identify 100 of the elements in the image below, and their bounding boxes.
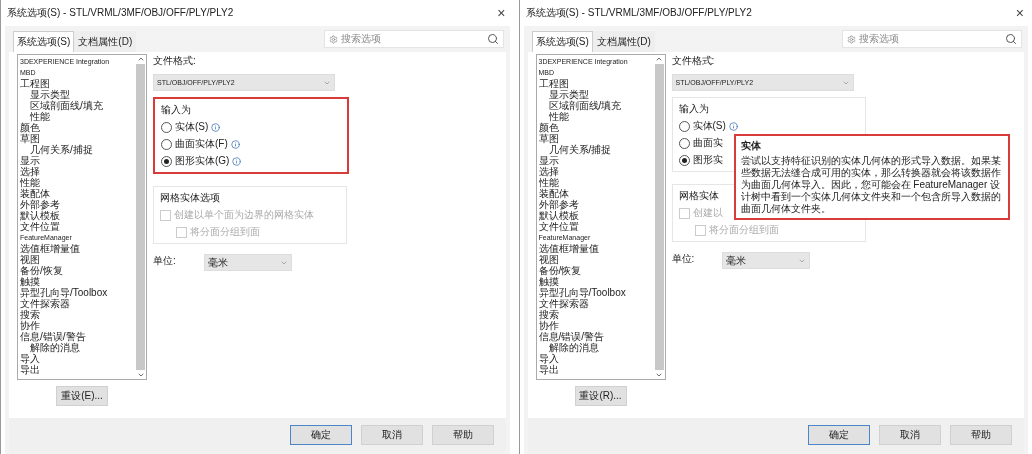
scroll-down-icon[interactable] bbox=[136, 371, 145, 379]
radio-button[interactable] bbox=[161, 155, 172, 167]
close-button[interactable]: × bbox=[1015, 5, 1024, 21]
reset-button[interactable]: 重设(R)... bbox=[574, 386, 627, 406]
scroll-down-icon[interactable] bbox=[655, 371, 663, 379]
tree-item[interactable]: 搜索 bbox=[20, 309, 133, 320]
dialog-button[interactable]: 取消 bbox=[360, 425, 423, 445]
tree-item[interactable]: 草图 bbox=[20, 133, 133, 144]
tree-item[interactable]: 显示 bbox=[538, 155, 652, 166]
tooltip-title: 实体 bbox=[740, 139, 762, 153]
tree-item[interactable]: 性能 bbox=[538, 177, 652, 188]
dialog-button[interactable]: 确定 bbox=[289, 425, 352, 445]
tree-item[interactable]: 几何关系/捕捉 bbox=[538, 144, 652, 155]
tree-item[interactable]: 区域剖面线/填充 bbox=[20, 100, 133, 111]
tree-item[interactable]: 颜色 bbox=[538, 122, 652, 133]
tree-item[interactable]: 外部参考 bbox=[20, 199, 133, 210]
group-title: 输入为 bbox=[678, 102, 709, 116]
field-label: 单位: bbox=[153, 254, 176, 268]
tree-item[interactable]: 默认模板 bbox=[538, 210, 652, 221]
field-label: 文件格式: bbox=[153, 54, 196, 68]
search-field[interactable]: 搜索选项 bbox=[323, 30, 504, 48]
unit-dropdown[interactable]: 毫米 bbox=[203, 254, 292, 271]
scrollbar[interactable] bbox=[653, 55, 665, 379]
group-title: 输入为 bbox=[161, 103, 191, 117]
search-field[interactable]: 搜索选项 bbox=[842, 30, 1022, 48]
tree-item[interactable]: 装配体 bbox=[20, 188, 133, 199]
tree-item[interactable]: 性能 bbox=[20, 177, 133, 188]
tree-item[interactable]: 备份/恢复 bbox=[20, 265, 133, 276]
tree-item[interactable]: 选值框增量值 bbox=[538, 243, 652, 254]
radio-button[interactable] bbox=[678, 137, 690, 149]
tree-item[interactable]: 解除的消息 bbox=[20, 342, 133, 353]
close-button[interactable]: × bbox=[497, 5, 506, 21]
tooltip-text: 尝试以支持特征识别的实体几何体的形式导入数据。如果某些数据无法缝合成可用的实体，那么转换器就会将该数据作为曲面几何体导入。因此，您可能会在 FeatureManager 设计树中看到一个实体几何体文件夹和一个包含所导入数据的曲面几何体文件夹。 bbox=[740, 155, 1002, 215]
tab[interactable]: 文档属性(D) bbox=[592, 31, 655, 52]
tree-item[interactable]: 显示类型 bbox=[20, 89, 133, 100]
tree-item[interactable]: 工程图 bbox=[20, 78, 133, 89]
tab[interactable]: 系统选项(S) bbox=[13, 31, 75, 52]
tree-item[interactable]: 异型孔向导/Toolbox bbox=[20, 287, 133, 298]
unit-dropdown[interactable]: 毫米 bbox=[722, 252, 811, 269]
tree-item[interactable]: 视图 bbox=[20, 254, 133, 265]
option-label: 图形实 bbox=[692, 153, 723, 167]
tree-item[interactable]: 视图 bbox=[538, 254, 652, 265]
dialog-button[interactable]: 帮助 bbox=[431, 425, 494, 445]
gear-icon bbox=[847, 34, 856, 44]
tree-item[interactable]: 导出 bbox=[538, 364, 652, 375]
tree-item[interactable]: 导出 bbox=[20, 364, 133, 375]
tree-item[interactable]: 性能 bbox=[538, 111, 652, 122]
tree-item[interactable]: 协作 bbox=[538, 320, 652, 331]
group-title: 网格实体 bbox=[678, 189, 719, 203]
tree-item[interactable]: 文件探索器 bbox=[538, 298, 652, 309]
tree-item[interactable]: 异型孔向导/Toolbox bbox=[538, 287, 652, 298]
tree-item[interactable]: 草图 bbox=[538, 133, 652, 144]
tree-item[interactable]: 选择 bbox=[538, 166, 652, 177]
scroll-up-icon[interactable] bbox=[136, 55, 145, 63]
search-icon[interactable] bbox=[1005, 33, 1017, 45]
tree-item[interactable]: 显示类型 bbox=[538, 89, 652, 100]
tab[interactable]: 文档属性(D) bbox=[74, 31, 137, 52]
radio-button[interactable] bbox=[161, 121, 172, 133]
tree-item[interactable]: 区域剖面线/填充 bbox=[538, 100, 652, 111]
tree-item[interactable]: 文件位置 bbox=[20, 221, 133, 232]
reset-button[interactable]: 重设(E)... bbox=[56, 386, 108, 406]
tree-item[interactable]: 文件探索器 bbox=[20, 298, 133, 309]
tree-item[interactable]: 协作 bbox=[20, 320, 133, 331]
field-label: 文件格式: bbox=[671, 54, 715, 68]
tree-item[interactable]: 性能 bbox=[20, 111, 133, 122]
option-label: 图形实体(G) bbox=[175, 154, 230, 168]
option-label: 将分面分组到面 bbox=[708, 223, 779, 237]
tree-item[interactable]: 选择 bbox=[20, 166, 133, 177]
dialog-button[interactable]: 帮助 bbox=[950, 425, 1012, 445]
option-label: 实体(S) bbox=[692, 119, 726, 133]
tree-item[interactable]: 触摸 bbox=[538, 276, 652, 287]
tree-item[interactable]: 解除的消息 bbox=[538, 342, 652, 353]
tree-item[interactable]: 颜色 bbox=[20, 122, 133, 133]
tree-item[interactable]: 导入 bbox=[20, 353, 133, 364]
tree-item[interactable]: 工程图 bbox=[538, 78, 652, 89]
tree-item[interactable]: 备份/恢复 bbox=[538, 265, 652, 276]
tree-item[interactable]: 显示 bbox=[20, 155, 133, 166]
tree-item[interactable]: 信息/错误/警告 bbox=[538, 331, 652, 342]
scroll-up-icon[interactable] bbox=[655, 55, 663, 63]
tree-item[interactable]: 搜索 bbox=[538, 309, 652, 320]
scrollbar[interactable] bbox=[135, 55, 146, 379]
option-label: 将分面分组到面 bbox=[190, 225, 260, 239]
window-title: 系统选项(S) - STL/VRML/3MF/OBJ/OFF/PLY/PLY2 bbox=[7, 6, 234, 20]
dialog-button[interactable]: 取消 bbox=[879, 425, 941, 445]
tree-item[interactable]: 几何关系/捕捉 bbox=[20, 144, 133, 155]
tree-item[interactable]: 触摸 bbox=[20, 276, 133, 287]
tree-item[interactable]: 选值框增量值 bbox=[20, 243, 133, 254]
tree-item[interactable]: 文件位置 bbox=[538, 221, 652, 232]
tree-item[interactable]: 装配体 bbox=[538, 188, 652, 199]
radio-button[interactable] bbox=[161, 138, 172, 150]
dialog-button[interactable]: 确定 bbox=[808, 425, 870, 445]
option-label: 曲面实 bbox=[692, 136, 723, 150]
radio-button[interactable] bbox=[678, 120, 690, 132]
tree-item[interactable]: 默认模板 bbox=[20, 210, 133, 221]
search-icon[interactable] bbox=[486, 33, 499, 45]
radio-button[interactable] bbox=[678, 154, 690, 166]
tree-item[interactable]: 信息/错误/警告 bbox=[20, 331, 133, 342]
tab[interactable]: 系统选项(S) bbox=[531, 31, 593, 52]
tree-item[interactable]: 导入 bbox=[538, 353, 652, 364]
tree-item[interactable]: 外部参考 bbox=[538, 199, 652, 210]
